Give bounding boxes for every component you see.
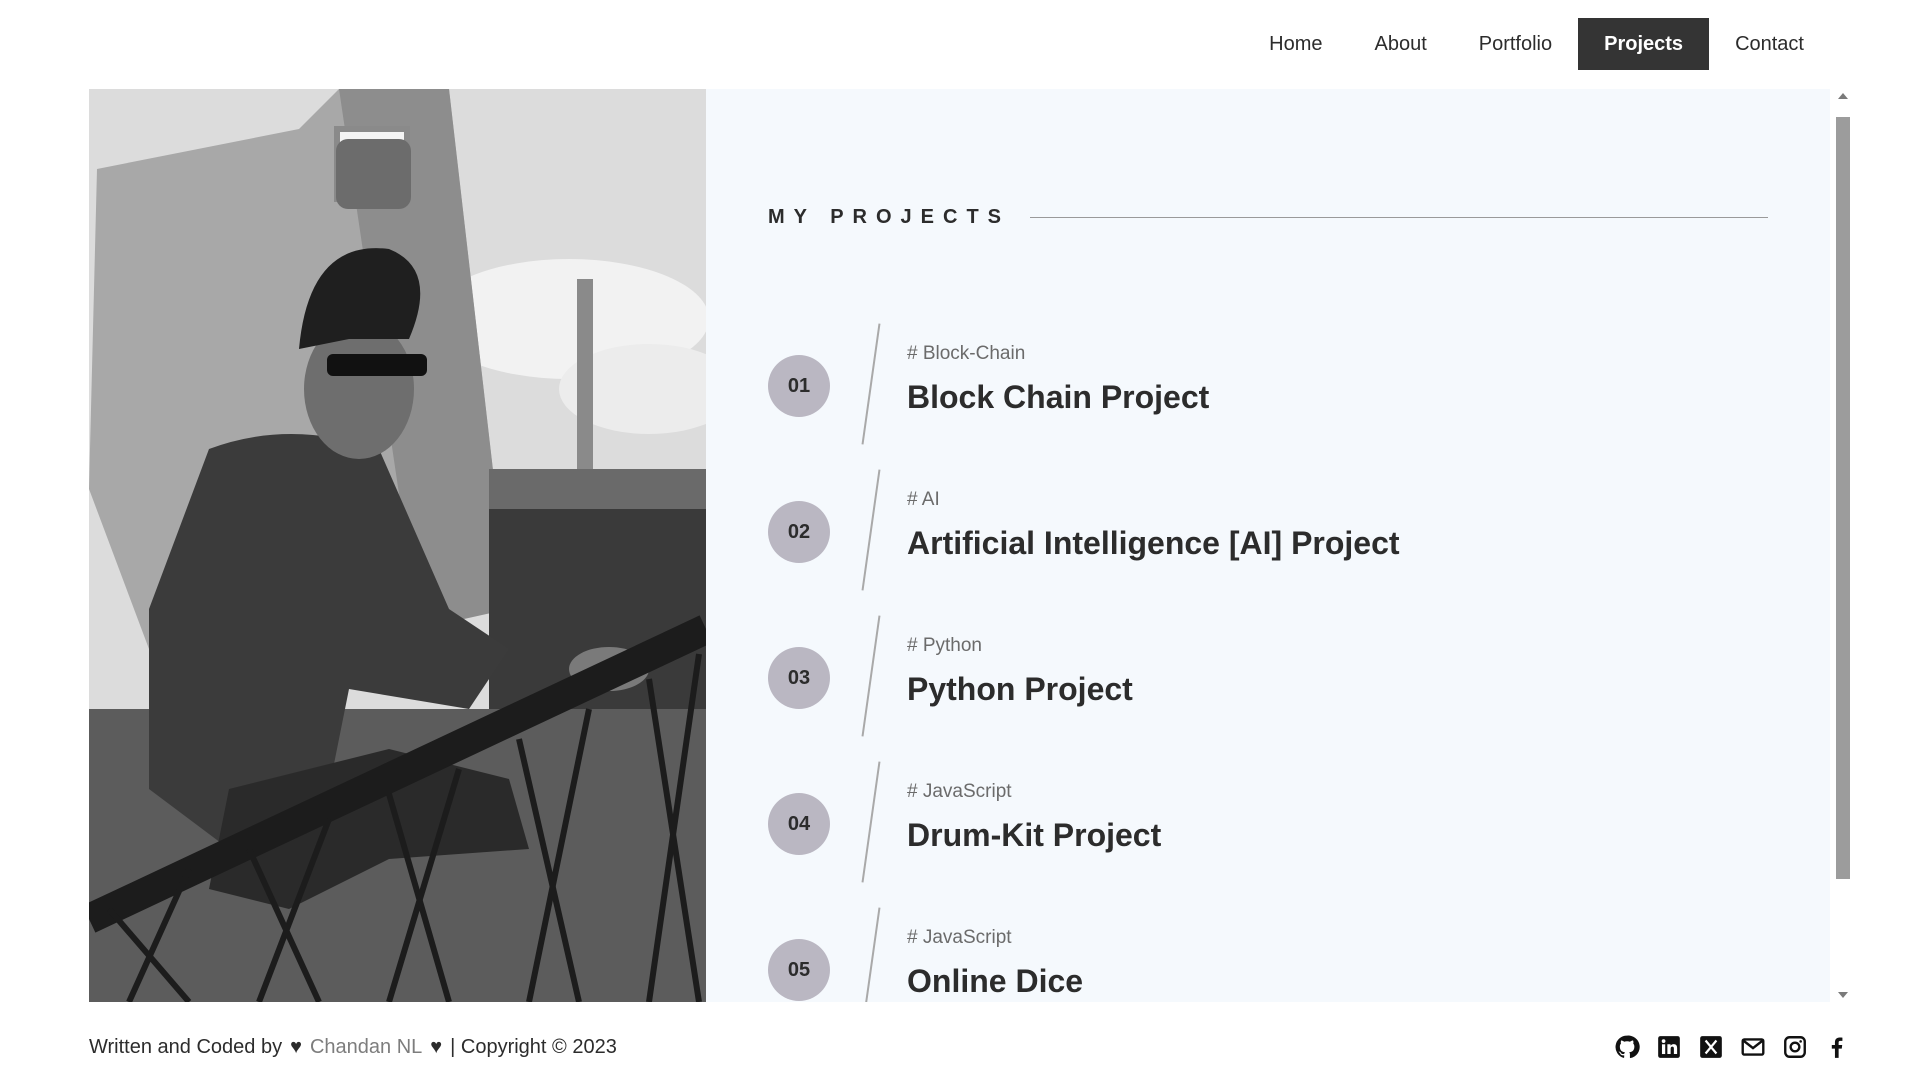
project-divider [861,615,881,737]
panel-scrollbar[interactable] [1834,93,1851,998]
scroll-down-arrow-icon[interactable] [1838,992,1848,998]
project-item[interactable]: 04 # JavaScript Drum-Kit Project [706,761,1706,909]
nav-portfolio[interactable]: Portfolio [1453,18,1578,70]
heart-icon: ♥ [430,1036,443,1058]
project-tag: # AI [907,489,940,510]
project-number-badge: 05 [768,939,830,1001]
copyright-text: | Copyright © 2023 [450,1036,617,1058]
projects-panel: MY PROJECTS 01 # Block-Chain Block Chain… [706,89,1830,1002]
scroll-thumb[interactable] [1836,117,1850,879]
project-title[interactable]: Python Project [907,671,1133,708]
nav-projects[interactable]: Projects [1578,18,1710,70]
project-divider [861,469,881,591]
footer-prefix: Written and Coded by [89,1036,283,1058]
section-title: MY PROJECTS [768,206,1010,228]
mail-icon[interactable] [1740,1034,1766,1060]
facebook-icon[interactable] [1824,1034,1850,1060]
project-item[interactable]: 01 # Block-Chain Block Chain Project [706,323,1706,471]
nav-about[interactable]: About [1348,18,1452,70]
instagram-icon[interactable] [1782,1034,1808,1060]
project-number-badge: 01 [768,355,830,417]
social-links [1598,1034,1850,1060]
project-tag: # JavaScript [907,927,1012,948]
project-title[interactable]: Drum-Kit Project [907,817,1161,854]
project-number-badge: 03 [768,647,830,709]
author-link[interactable]: Chandan NL [310,1036,422,1059]
project-item[interactable]: 05 # JavaScript Online Dice [706,907,1706,1002]
section-title-divider [1030,217,1768,218]
project-tag: # Block-Chain [907,343,1026,364]
profile-photo [89,89,706,1002]
project-number-badge: 04 [768,793,830,855]
linkedin-icon[interactable] [1656,1034,1682,1060]
project-item[interactable]: 02 # AI Artificial Intelligence [AI] Pro… [706,469,1706,617]
x-twitter-icon[interactable] [1698,1034,1724,1060]
project-divider [861,761,881,883]
nav-home[interactable]: Home [1243,18,1348,70]
project-divider [861,323,881,445]
project-number-badge: 02 [768,501,830,563]
project-title[interactable]: Artificial Intelligence [AI] Project [907,525,1400,562]
github-icon[interactable] [1614,1034,1640,1060]
project-item[interactable]: 03 # Python Python Project [706,615,1706,763]
project-title[interactable]: Block Chain Project [907,379,1209,416]
main-nav: Home About Portfolio Projects Contact [1243,18,1830,70]
project-tag: # JavaScript [907,781,1012,802]
heart-icon: ♥ [290,1036,302,1058]
project-title[interactable]: Online Dice [907,963,1083,1000]
project-tag: # Python [907,635,982,656]
nav-contact[interactable]: Contact [1709,18,1830,70]
scroll-up-arrow-icon[interactable] [1838,93,1848,99]
project-divider [861,907,881,1002]
profile-photo-illustration [89,89,706,1002]
footer-credits: Written and Coded by ♥ Chandan NL ♥ | Co… [89,1036,617,1059]
